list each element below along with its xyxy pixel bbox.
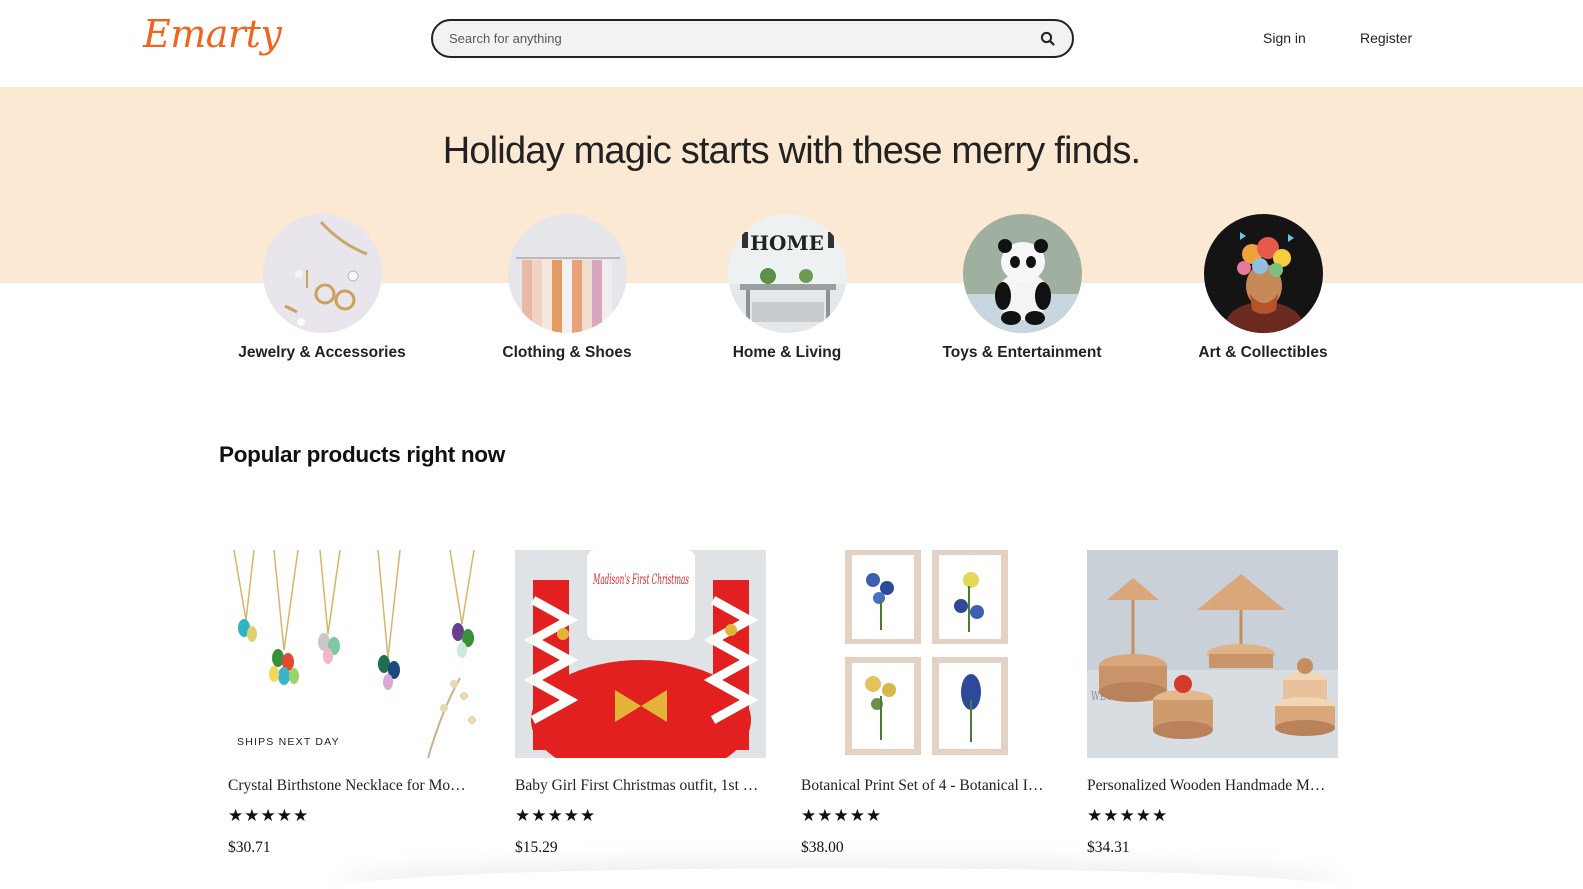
product-card[interactable]: SHIPS NEXT DAY Crystal Birthstone Neckla… <box>228 550 479 857</box>
category-label: Clothing & Shoes <box>502 344 632 361</box>
bottom-shadow <box>340 868 1340 889</box>
site-logo[interactable]: Emarty <box>143 12 282 56</box>
site-header: Emarty Sign in Register <box>0 0 1583 87</box>
home-sign-text: HOME <box>750 231 824 255</box>
product-image[interactable]: Madison's First Christmas <box>515 550 766 758</box>
product-card[interactable]: WE ALL SAID Personalized Wooden Handmade… <box>1087 550 1338 857</box>
category-toys[interactable]: Toys & Entertainment <box>902 214 1142 362</box>
category-image <box>262 214 382 333</box>
product-title[interactable]: Personalized Wooden Handmade M… <box>1087 777 1338 795</box>
product-card[interactable]: Botanical Print Set of 4 - Botanical I… … <box>801 550 1052 857</box>
category-clothing[interactable]: Clothing & Shoes <box>447 214 687 362</box>
sign-in-link[interactable]: Sign in <box>1263 30 1306 46</box>
product-image[interactable]: WE ALL SAID <box>1087 550 1338 758</box>
onesie-text: Madison's First Christmas <box>592 572 689 588</box>
category-home[interactable]: HOME Home & Living <box>667 214 907 362</box>
category-image <box>507 214 627 333</box>
product-price: $34.31 <box>1087 839 1130 856</box>
search-input[interactable] <box>449 21 1019 56</box>
product-image[interactable]: SHIPS NEXT DAY <box>228 550 479 758</box>
search-icon[interactable] <box>1038 29 1058 49</box>
ships-next-day-badge: SHIPS NEXT DAY <box>228 729 349 754</box>
popular-products-heading: Popular products right now <box>219 442 505 467</box>
search-bar <box>431 19 1074 58</box>
category-jewelry[interactable]: Jewelry & Accessories <box>202 214 442 362</box>
rating-stars: ★★★★★ <box>228 806 310 825</box>
product-image[interactable] <box>801 550 1052 758</box>
rating-stars: ★★★★★ <box>515 806 597 825</box>
product-title[interactable]: Crystal Birthstone Necklace for Mo… <box>228 777 479 795</box>
product-price: $30.71 <box>228 839 271 856</box>
register-link[interactable]: Register <box>1360 30 1412 46</box>
category-label: Toys & Entertainment <box>942 344 1102 361</box>
category-label: Home & Living <box>732 344 842 361</box>
category-label: Art & Collectibles <box>1198 344 1328 361</box>
category-label: Jewelry & Accessories <box>238 344 406 361</box>
product-title[interactable]: Baby Girl First Christmas outfit, 1st … <box>515 777 766 795</box>
product-price: $38.00 <box>801 839 844 856</box>
rating-stars: ★★★★★ <box>801 806 883 825</box>
category-art[interactable]: Art & Collectibles <box>1143 214 1383 362</box>
product-card[interactable]: Madison's First Christmas Baby Girl Firs… <box>515 550 766 857</box>
product-title[interactable]: Botanical Print Set of 4 - Botanical I… <box>801 777 1052 795</box>
category-image <box>962 214 1082 333</box>
product-price: $15.29 <box>515 839 558 856</box>
category-image: HOME <box>727 214 847 333</box>
banner-title: Holiday magic starts with these merry fi… <box>442 130 1141 172</box>
category-image <box>1203 214 1323 333</box>
rating-stars: ★★★★★ <box>1087 806 1169 825</box>
